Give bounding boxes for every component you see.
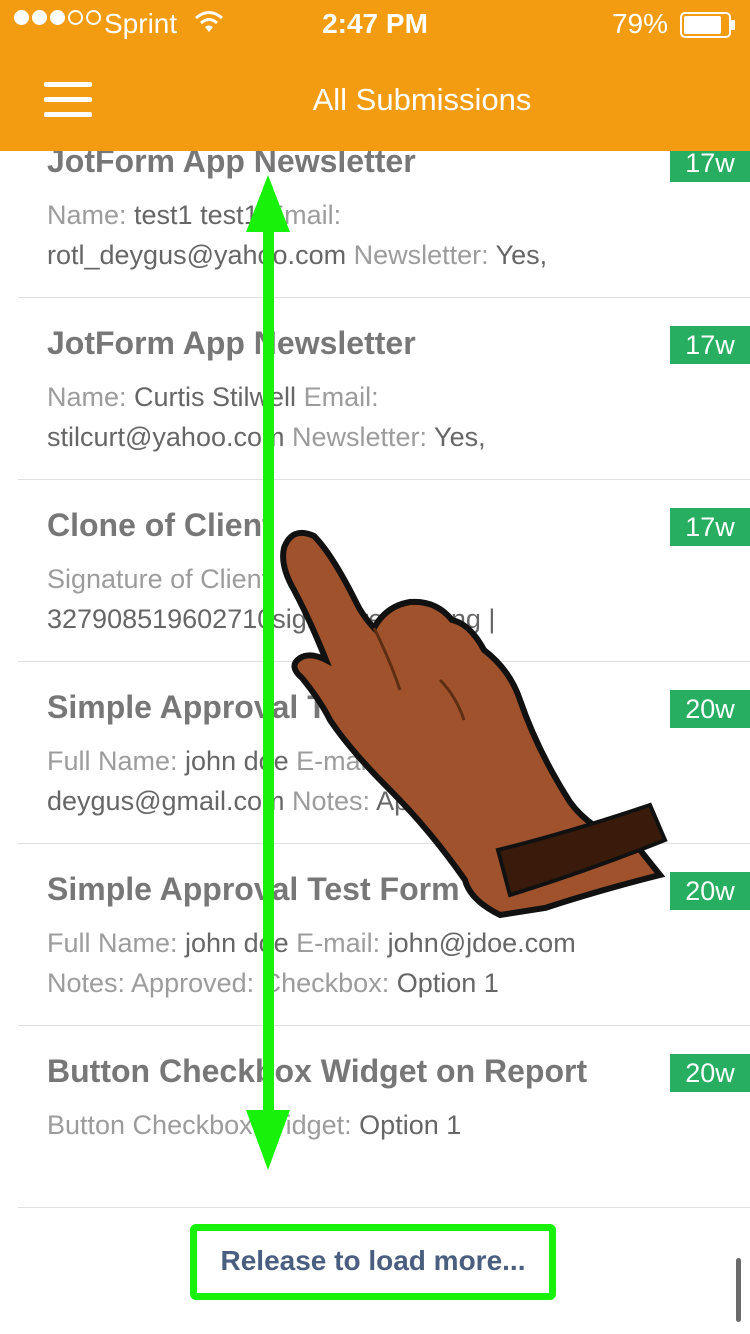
- battery-icon: [680, 12, 735, 38]
- scroll-indicator[interactable]: [736, 1258, 741, 1322]
- submission-title: Button Checkbox Widget on Report: [47, 1053, 588, 1089]
- page-title: All Submissions: [312, 82, 532, 117]
- field-value: Curtis Stilwell: [134, 382, 304, 412]
- age-badge: 20w: [670, 690, 750, 728]
- field-value: Yes,: [488, 240, 548, 270]
- submission-title: JotForm App Newsletter: [47, 325, 416, 361]
- field-value: deygus@gmail.com: [47, 786, 293, 816]
- field-label: Email:: [303, 382, 379, 412]
- app-header: Sprint 2:47 PM 79% All Submissions: [0, 0, 750, 151]
- load-more-button[interactable]: Release to load more...: [190, 1224, 556, 1300]
- pointing-hand-icon: [280, 530, 668, 919]
- field-value: Yes,: [427, 422, 486, 452]
- field-label: Full Name:: [47, 746, 186, 776]
- field-label: Notes: Approved: Checkbox:: [47, 968, 397, 998]
- age-badge: 17w: [670, 326, 750, 364]
- field-value: rotl_deygus@yahoo.com: [47, 240, 354, 270]
- field-label: Name:: [47, 200, 135, 230]
- age-badge: 20w: [670, 872, 750, 910]
- submission-row[interactable]: Button Checkbox Widget on Report Button C…: [0, 1026, 750, 1208]
- status-bar: Sprint 2:47 PM 79%: [0, 0, 750, 50]
- field-value: stilcurt@yahoo.com: [47, 422, 292, 452]
- field-label: Email:: [266, 200, 342, 230]
- field-label: Name:: [47, 382, 135, 412]
- field-value: 327908519602710: [47, 604, 273, 634]
- field-label: Signature of Client: [47, 564, 270, 594]
- battery-percent: 79%: [611, 8, 668, 39]
- field-value: Option 1: [396, 968, 499, 998]
- field-label: Full Name:: [47, 928, 186, 958]
- submission-summary: Name: test1 test1 Email: rotl_deygus@yah…: [47, 195, 622, 279]
- submission-summary: Button Checkbox Widget: Option 1: [47, 1105, 622, 1189]
- field-value: Option 1: [359, 1110, 462, 1140]
- age-badge: 20w: [670, 1054, 750, 1092]
- age-badge: 17w: [670, 508, 750, 546]
- submission-row[interactable]: JotForm App Newsletter Name: Curtis Stilw…: [0, 298, 750, 480]
- field-label: Newsletter:: [292, 422, 428, 452]
- field-label: Button Checkbox Widget:: [47, 1110, 360, 1140]
- field-value: test1 test1: [134, 200, 267, 230]
- field-label: Newsletter:: [353, 240, 489, 270]
- submission-summary: Name: Curtis Stilwell Email: stilcurt@ya…: [47, 377, 622, 461]
